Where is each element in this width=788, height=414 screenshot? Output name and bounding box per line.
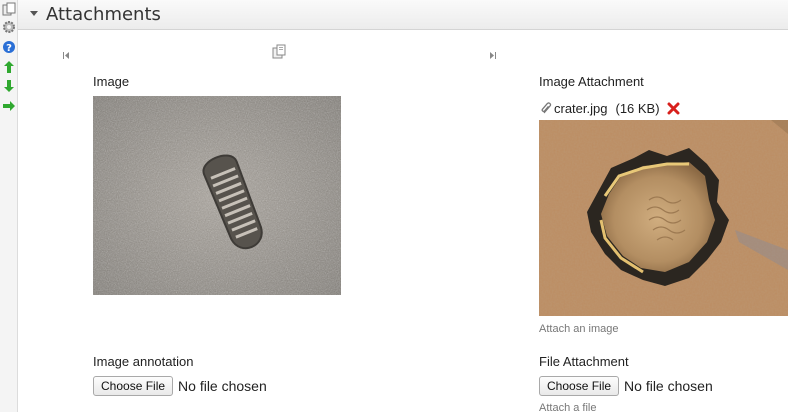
image-annotation-label: Image annotation (93, 354, 194, 369)
image-annotation-file-input[interactable]: Choose File No file chosen (93, 375, 267, 397)
page-copy-icon[interactable] (1, 1, 16, 16)
section-header[interactable]: Attachments (18, 0, 788, 30)
attachment-file-row: crater.jpg (16 KB) (541, 99, 680, 117)
crater-image (539, 120, 788, 316)
move-down-icon[interactable] (1, 78, 16, 93)
svg-text:?: ? (6, 43, 12, 54)
move-up-icon[interactable] (1, 59, 16, 74)
file-attachment-choose-file-button[interactable]: Choose File (539, 376, 620, 396)
footprint-image (93, 96, 341, 295)
remove-attachment-icon[interactable] (667, 102, 680, 115)
attachment-filename-link[interactable]: crater.jpg (554, 101, 607, 116)
file-attachment-label: File Attachment (539, 354, 629, 369)
collapse-caret-icon[interactable] (30, 11, 38, 16)
help-icon[interactable]: ? (1, 39, 16, 54)
move-right-icon[interactable] (1, 98, 16, 113)
image-attachment-help: Attach an image (539, 323, 619, 335)
image-annotation-status: No file chosen (178, 378, 267, 394)
image-label: Image (93, 74, 130, 89)
move-last-icon[interactable] (489, 47, 497, 59)
file-attachment-help: Attach a file (539, 402, 597, 414)
duplicate-icon[interactable] (271, 44, 287, 60)
section-title: Attachments (46, 4, 161, 25)
left-toolbar: ? (0, 0, 18, 412)
paperclip-icon (541, 101, 552, 115)
attachment-filesize: (16 KB) (615, 100, 660, 116)
move-first-icon[interactable] (62, 47, 70, 59)
file-attachment-file-input[interactable]: Choose File No file chosen (539, 375, 713, 397)
file-attachment-status: No file chosen (624, 378, 713, 394)
image-annotation-choose-file-button[interactable]: Choose File (93, 376, 174, 396)
gear-icon[interactable] (1, 19, 16, 34)
image-attachment-label: Image Attachment (539, 74, 644, 89)
